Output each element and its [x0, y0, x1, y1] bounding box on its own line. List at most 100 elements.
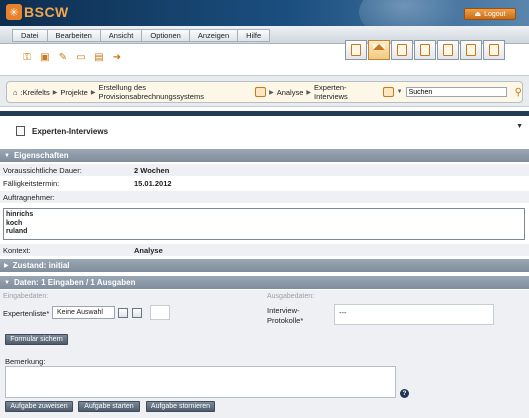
list-select-icon[interactable] — [118, 308, 128, 318]
output-value: --- — [339, 308, 347, 317]
rss-view-button[interactable] — [345, 40, 367, 60]
dropdown-arrow-icon[interactable]: ▼ — [397, 89, 403, 95]
property-row-due-date: Fälligkeitstermin: 15.01.2012 — [0, 177, 529, 189]
trash-icon — [489, 44, 499, 56]
home-icon — [373, 44, 385, 50]
assign-task-button[interactable]: Aufgabe zuweisen — [5, 401, 73, 412]
expanded-triangle-icon: ▼ — [4, 152, 10, 159]
assignees-label: Auftragnehmer: — [3, 192, 55, 202]
menu-optionen[interactable]: Optionen — [142, 29, 190, 42]
output-value-box: --- — [334, 304, 494, 325]
logo-mark-icon: ✳ — [6, 4, 22, 20]
context-label: Kontext: — [3, 245, 31, 255]
section-state-header[interactable]: ▶ Zustand: initial — [0, 259, 529, 272]
context-value: Analyse — [134, 245, 163, 255]
breadcrumb-separator-icon: ▶ — [269, 89, 274, 96]
collapsed-triangle-icon: ▶ — [4, 263, 9, 269]
main-menu: Datei Bearbeiten Ansicht Optionen Anzeig… — [12, 29, 271, 42]
task-icon[interactable] — [382, 87, 394, 97]
section-state-title: Zustand: initial — [12, 261, 70, 270]
book-icon — [466, 44, 476, 56]
logout-label: Logout — [484, 10, 506, 18]
help-icon[interactable]: ? — [400, 389, 409, 398]
book-view-button[interactable] — [460, 40, 482, 60]
clipboard-view-button[interactable] — [391, 40, 413, 60]
section-data-header[interactable]: ▼ Daten: 1 Eingaben / 1 Ausgaben — [0, 276, 529, 289]
output-label-line2: Protokolle* — [267, 316, 304, 325]
duration-value: 2 Wochen — [134, 165, 170, 175]
breadcrumb-item-experten-interviews[interactable]: Experten-Interviews — [314, 83, 380, 101]
output-data-heading: Ausgabedaten: — [267, 293, 315, 300]
folder-icon[interactable]: ▭ — [74, 51, 88, 63]
due-date-label: Fälligkeitstermin: — [3, 178, 60, 188]
new-document-icon[interactable]: ▤ — [92, 51, 106, 63]
expanded-triangle-icon: ▼ — [4, 279, 10, 286]
property-row-context: Kontext: Analyse — [0, 244, 529, 256]
view-button-group — [345, 40, 505, 60]
section-data-title: Daten: 1 Eingaben / 1 Ausgaben — [13, 278, 136, 287]
menu-datei[interactable]: Datei — [12, 29, 48, 42]
due-date-value: 15.01.2012 — [134, 178, 172, 188]
menu-ansicht[interactable]: Ansicht — [100, 29, 143, 42]
output-label-line1: Interview- — [267, 306, 300, 315]
breadcrumb-item-erstellung[interactable]: Erstellung des Provisionsabrechnungssyst… — [98, 83, 252, 101]
home-view-button[interactable] — [368, 40, 390, 60]
duration-label: Voraussichtliche Dauer: — [3, 165, 82, 175]
cancel-task-button[interactable]: Aufgabe stornieren — [146, 401, 215, 412]
edit-pencil-icon[interactable] — [132, 308, 142, 318]
home-crumb-icon[interactable]: ⌂ — [13, 88, 18, 97]
document-view-button[interactable] — [414, 40, 436, 60]
clipboard-icon — [397, 44, 407, 56]
search-icon[interactable]: ⚲ — [515, 87, 522, 98]
workspace-icon[interactable] — [255, 87, 267, 97]
menu-bearbeiten[interactable]: Bearbeiten — [47, 29, 101, 42]
pencil-icon[interactable]: ✎ — [56, 51, 70, 63]
start-task-button[interactable]: Aufgabe starten — [78, 401, 140, 412]
trash-view-button[interactable] — [483, 40, 505, 60]
logout-icon: ⏏ — [474, 11, 482, 18]
breadcrumb-separator-icon: ▶ — [52, 89, 58, 96]
task-document-icon — [16, 126, 25, 136]
breadcrumb: ⌂ :Kreifelts ▶ Projekte ▶ Erstellung des… — [6, 81, 523, 103]
assignee-item: ruland — [6, 228, 28, 235]
expert-list-label: Expertenliste* — [3, 309, 50, 318]
section-properties-header[interactable]: ▼ Eigenschaften — [0, 149, 529, 162]
input-spacer — [150, 305, 170, 320]
menu-anzeigen[interactable]: Anzeigen — [189, 29, 239, 42]
globe-decoration — [359, 0, 469, 26]
breadcrumb-item-analyse[interactable]: Analyse — [277, 88, 304, 97]
app-header: ✳ BSCW ⏏ Logout — [0, 0, 529, 26]
assignee-item: koch — [6, 219, 23, 227]
logo-text: BSCW — [24, 4, 69, 20]
breadcrumb-item-kreifelts[interactable]: :Kreifelts — [21, 88, 50, 97]
remark-label: Bemerkung: — [5, 357, 46, 366]
object-title-row: Experten-Interviews ▼ — [0, 117, 529, 145]
open-icon[interactable]: ▣ — [38, 51, 52, 63]
property-row-assignees: Auftragnehmer: — [0, 191, 529, 203]
section-properties-title: Eigenschaften — [13, 151, 69, 160]
calendar-view-button[interactable] — [437, 40, 459, 60]
input-data-heading: Eingabedaten: — [3, 293, 49, 300]
assignees-list: hinrichs koch ruland — [3, 208, 525, 240]
calendar-icon — [443, 44, 453, 56]
breadcrumb-separator-icon: ▶ — [306, 89, 312, 96]
assignee-item: hinrichs — [6, 211, 34, 218]
page-title: Experten-Interviews — [32, 127, 109, 136]
rss-icon — [351, 44, 361, 56]
menu-hilfe[interactable]: Hilfe — [238, 29, 271, 42]
breadcrumb-item-projekte[interactable]: Projekte — [60, 88, 88, 97]
divider-band — [0, 111, 529, 116]
property-row-duration: Voraussichtliche Dauer: 2 Wochen — [0, 164, 529, 176]
logout-button[interactable]: ⏏ Logout — [464, 8, 516, 20]
expert-list-select[interactable]: Keine Auswahl — [52, 306, 115, 319]
search-input[interactable] — [405, 87, 507, 97]
save-form-button[interactable]: Formular sichern — [5, 334, 68, 345]
action-toolbar: ⚿ ▣ ✎ ▭ ▤ ➜ — [20, 51, 124, 63]
export-icon[interactable]: ➜ — [110, 51, 124, 63]
key-icon[interactable]: ⚿ — [20, 51, 34, 63]
bscw-logo[interactable]: ✳ BSCW — [6, 4, 69, 20]
remark-textarea[interactable] — [5, 366, 396, 398]
document-icon — [420, 44, 430, 56]
chevron-down-icon[interactable]: ▼ — [516, 123, 523, 130]
breadcrumb-bar: ⌂ :Kreifelts ▶ Projekte ▶ Erstellung des… — [0, 75, 529, 107]
